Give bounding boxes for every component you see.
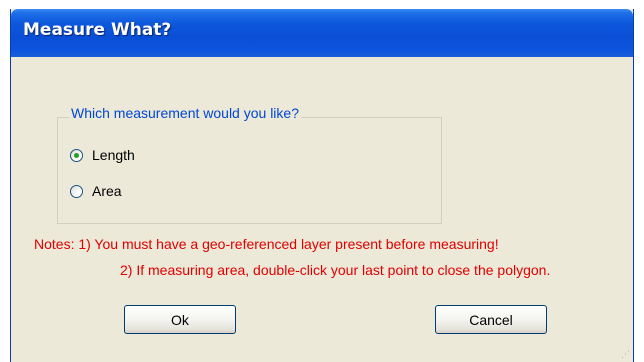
title-bar[interactable]: Measure What? — [11, 9, 633, 57]
radio-option-area[interactable]: Area — [70, 183, 122, 199]
groupbox-legend: Which measurement would you like? — [69, 105, 301, 121]
note-line-1: Notes: 1) You must have a geo-referenced… — [34, 236, 499, 252]
resize-grip-icon[interactable]: ⋰ — [621, 350, 631, 360]
radio-length-label[interactable]: Length — [92, 147, 135, 163]
dialog-title: Measure What? — [23, 20, 172, 40]
radio-option-length[interactable]: Length — [70, 147, 135, 163]
note-line-2: 2) If measuring area, double-click your … — [120, 262, 551, 278]
measurement-groupbox — [57, 117, 442, 224]
cancel-button[interactable]: Cancel — [435, 305, 547, 334]
radio-length-button[interactable] — [70, 148, 83, 162]
radio-area-label[interactable]: Area — [92, 183, 122, 199]
ok-button[interactable]: Ok — [124, 305, 236, 334]
measure-dialog: Measure What? Which measurement would yo… — [10, 9, 634, 362]
radio-area-button[interactable] — [70, 184, 83, 198]
